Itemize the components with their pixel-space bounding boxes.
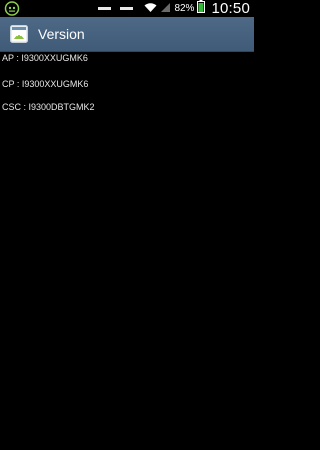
status-icons: 82% 10:50: [98, 0, 250, 17]
csc-version: CSC : I9300DBTGMK2: [2, 102, 95, 112]
wifi-icon: [144, 0, 157, 18]
page-title: Version: [38, 26, 85, 42]
cp-version: CP : I9300XXUGMK6: [2, 79, 89, 89]
action-bar: Version: [0, 17, 254, 52]
android-settings-icon[interactable]: [10, 25, 28, 43]
ap-version: AP : I9300XXUGMK6: [2, 53, 88, 63]
battery-icon: [197, 0, 206, 18]
game-controller-icon: [4, 1, 20, 16]
battery-percent: 82%: [174, 3, 195, 14]
status-bar: 82% 10:50: [0, 0, 254, 17]
notification-icon: [98, 7, 112, 10]
screen: 82% 10:50 Version AP : I9300XXUGMK6 CP:…: [0, 0, 254, 450]
notification-icon: [120, 7, 134, 10]
signal-icon: [160, 0, 171, 18]
clock: 10:50: [211, 0, 250, 17]
